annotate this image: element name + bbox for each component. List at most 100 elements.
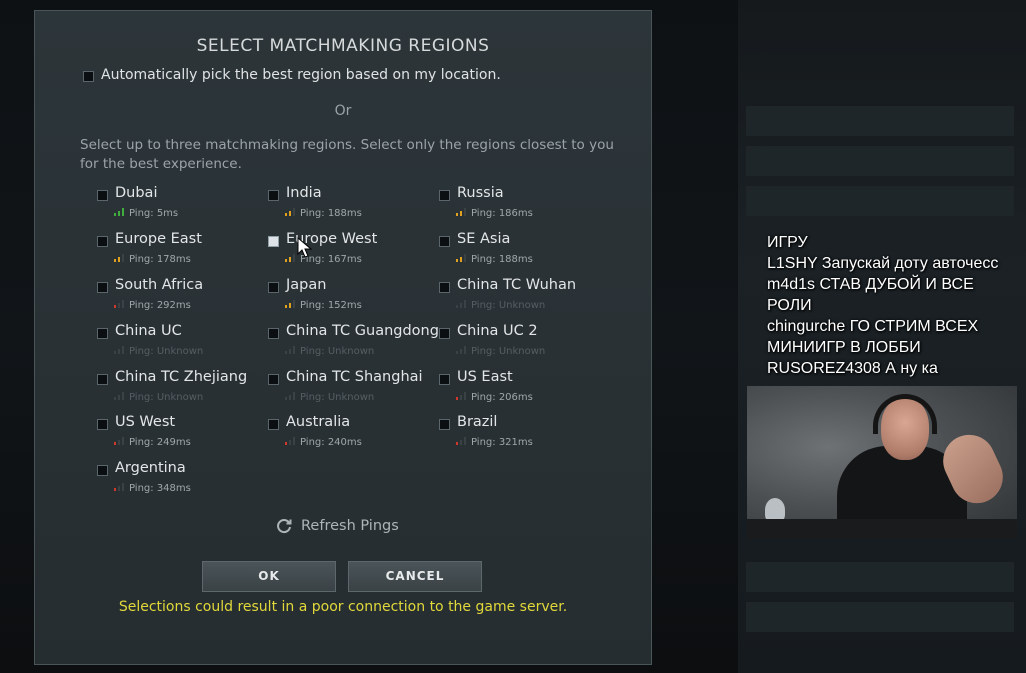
side-menu-band: [746, 602, 1014, 632]
matchmaking-regions-dialog: SELECT MATCHMAKING REGIONS Automatically…: [34, 10, 652, 665]
region-checkbox[interactable]: [268, 190, 279, 201]
side-menu-band: [746, 186, 1014, 216]
region-checkbox[interactable]: [97, 328, 108, 339]
signal-strength-icon: [114, 208, 126, 216]
signal-strength-icon: [114, 254, 126, 262]
signal-strength-icon: [285, 208, 297, 216]
region-option[interactable]: Europe East Ping: 178ms: [97, 231, 267, 271]
region-ping-text: Ping: 188ms: [471, 254, 533, 265]
region-ping: Ping: 152ms: [285, 300, 362, 311]
region-checkbox[interactable]: [97, 190, 108, 201]
chat-message: m4d1s СТАВ ДУБОЙ И ВСЕ: [767, 274, 974, 295]
region-option[interactable]: Russia Ping: 186ms: [439, 185, 609, 225]
region-checkbox[interactable]: [97, 282, 108, 293]
region-option[interactable]: South Africa Ping: 292ms: [97, 277, 267, 317]
side-menu-band: [746, 146, 1014, 176]
instructions-text: Select up to three matchmaking regions. …: [80, 137, 614, 172]
region-option[interactable]: China TC Wuhan Ping: Unknown: [439, 277, 609, 317]
region-checkbox[interactable]: [439, 190, 450, 201]
region-ping-text: Ping: 348ms: [129, 483, 191, 494]
region-ping: Ping: Unknown: [285, 346, 374, 357]
region-name: China UC: [115, 323, 182, 339]
region-option[interactable]: Europe West Ping: 167ms: [268, 231, 438, 271]
region-checkbox[interactable]: [268, 419, 279, 430]
region-name: Argentina: [115, 460, 186, 476]
region-checkbox[interactable]: [268, 328, 279, 339]
signal-strength-icon: [114, 346, 126, 354]
signal-strength-icon: [456, 392, 468, 400]
webcam-desk: [747, 519, 1017, 539]
chat-text: МИНИИГР В ЛОББИ: [767, 339, 921, 356]
region-name: Japan: [286, 277, 327, 293]
region-checkbox[interactable]: [268, 236, 279, 247]
mouse-cursor-icon: [297, 237, 313, 258]
region-checkbox[interactable]: [439, 282, 450, 293]
region-option[interactable]: China UC Ping: Unknown: [97, 323, 267, 363]
region-ping: Ping: 206ms: [456, 392, 533, 403]
stream-chat-overlay: ИГРУ L1SHY Запускай доту авточесс m4d1s СТ…: [745, 228, 1026, 386]
signal-strength-icon: [285, 346, 297, 354]
region-option[interactable]: China TC Guangdong Ping: Unknown: [268, 323, 439, 363]
region-ping: Ping: 249ms: [114, 437, 191, 448]
chat-message: L1SHY Запускай доту авточесс: [767, 253, 998, 274]
region-option[interactable]: Argentina Ping: 348ms: [97, 460, 267, 500]
auto-pick-label[interactable]: Automatically pick the best region based…: [101, 67, 501, 83]
region-option[interactable]: China TC Zhejiang Ping: Unknown: [97, 369, 267, 409]
side-menu-band: [746, 562, 1014, 592]
region-option[interactable]: US East Ping: 206ms: [439, 369, 609, 409]
signal-strength-icon: [456, 437, 468, 445]
region-name: Australia: [286, 414, 351, 430]
region-ping-text: Ping: 321ms: [471, 437, 533, 448]
region-option[interactable]: China TC Shanghai Ping: Unknown: [268, 369, 438, 409]
signal-strength-icon: [285, 254, 297, 262]
signal-strength-icon: [114, 300, 126, 308]
region-option[interactable]: India Ping: 188ms: [268, 185, 438, 225]
region-checkbox[interactable]: [97, 374, 108, 385]
region-option[interactable]: SE Asia Ping: 188ms: [439, 231, 609, 271]
region-checkbox[interactable]: [439, 419, 450, 430]
region-ping-text: Ping: 206ms: [471, 392, 533, 403]
region-option[interactable]: Japan Ping: 152ms: [268, 277, 438, 317]
region-ping-text: Ping: Unknown: [300, 346, 375, 357]
chat-text: ГО СТРИМ ВСЕХ: [849, 318, 979, 335]
chat-text: РОЛИ: [767, 297, 812, 314]
region-name: US East: [457, 369, 513, 385]
region-checkbox[interactable]: [97, 419, 108, 430]
auto-pick-checkbox[interactable]: [83, 71, 94, 82]
region-option[interactable]: Dubai Ping: 5ms: [97, 185, 267, 225]
chat-username: L1SHY: [767, 255, 818, 272]
region-name: Europe East: [115, 231, 202, 247]
refresh-pings-button[interactable]: Refresh Pings: [275, 517, 399, 535]
region-option[interactable]: Brazil Ping: 321ms: [439, 414, 609, 454]
chat-username: chingurche: [767, 318, 846, 335]
signal-strength-icon: [456, 254, 468, 262]
region-ping: Ping: 186ms: [456, 208, 533, 219]
ok-button[interactable]: OK: [202, 561, 336, 592]
region-ping-text: Ping: Unknown: [129, 346, 204, 357]
region-ping-text: Ping: 292ms: [129, 300, 191, 311]
chat-message: РОЛИ: [767, 295, 812, 316]
signal-strength-icon: [114, 437, 126, 445]
region-name: SE Asia: [457, 231, 511, 247]
region-option[interactable]: Australia Ping: 240ms: [268, 414, 438, 454]
region-checkbox[interactable]: [439, 374, 450, 385]
region-option[interactable]: US West Ping: 249ms: [97, 414, 267, 454]
region-checkbox[interactable]: [439, 236, 450, 247]
signal-strength-icon: [456, 346, 468, 354]
side-menu-band: [746, 106, 1014, 136]
region-option[interactable]: China UC 2 Ping: Unknown: [439, 323, 609, 363]
or-separator: Or: [334, 103, 352, 119]
region-ping: Ping: Unknown: [456, 346, 545, 357]
signal-strength-icon: [285, 392, 297, 400]
region-ping: Ping: Unknown: [114, 392, 203, 403]
chat-message: ИГРУ: [767, 232, 808, 253]
chat-message: RUSOREZ4308 А ну ка: [767, 358, 938, 379]
region-name: China TC Guangdong: [286, 323, 439, 339]
region-ping-text: Ping: Unknown: [300, 392, 375, 403]
region-checkbox[interactable]: [97, 236, 108, 247]
region-checkbox[interactable]: [439, 328, 450, 339]
region-checkbox[interactable]: [268, 282, 279, 293]
region-checkbox[interactable]: [268, 374, 279, 385]
cancel-button[interactable]: CANCEL: [348, 561, 482, 592]
region-checkbox[interactable]: [97, 465, 108, 476]
